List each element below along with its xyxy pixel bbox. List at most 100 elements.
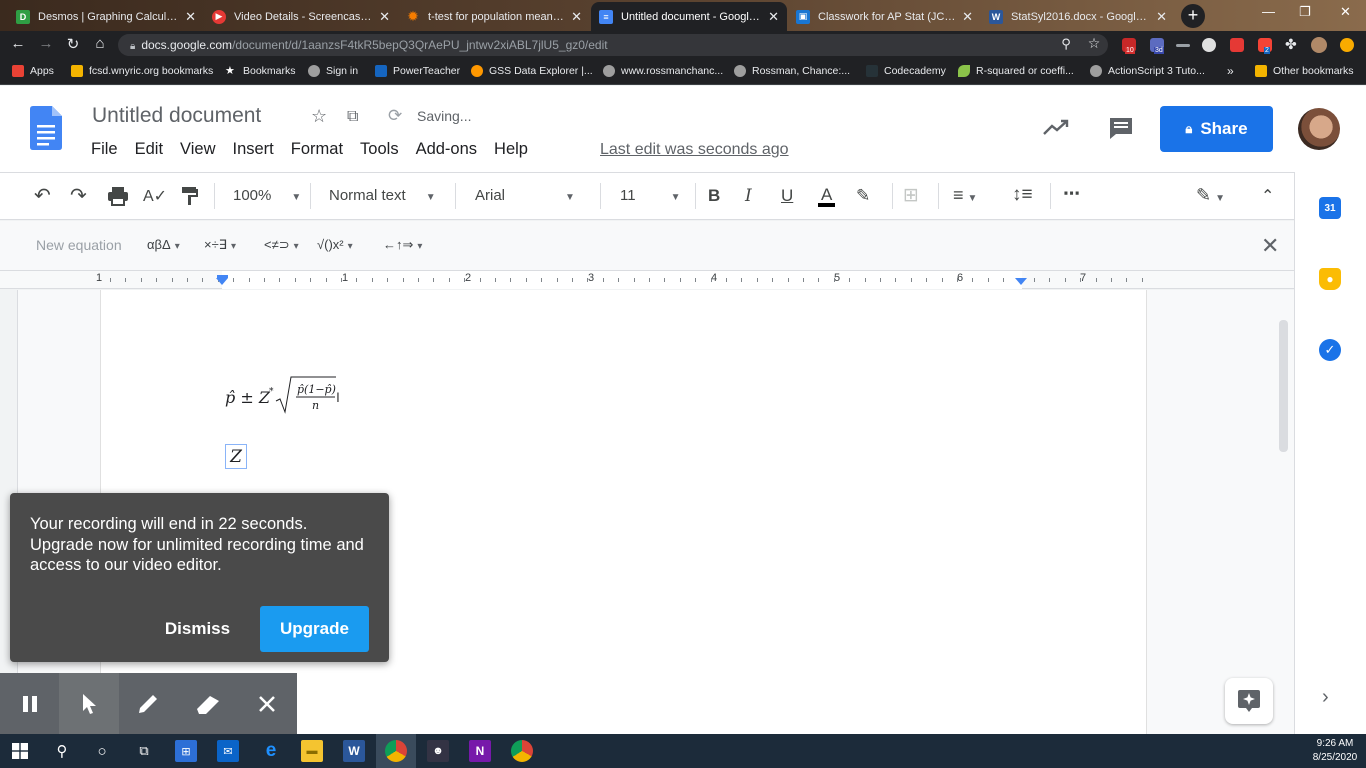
expand-side-panel-chevron-icon[interactable]: › (1322, 686, 1329, 709)
new-equation-button[interactable]: New equation (36, 237, 122, 253)
extension-icon[interactable] (1202, 38, 1216, 52)
onenote-icon[interactable]: N (469, 740, 491, 762)
explore-button[interactable] (1225, 678, 1273, 724)
app-character-icon[interactable]: ☻ (427, 740, 449, 762)
highlight-pen-icon[interactable]: ✎ (856, 186, 870, 206)
close-icon[interactable]: ✕ (962, 9, 973, 25)
dismiss-button[interactable]: Dismiss (150, 606, 245, 652)
activity-trend-icon[interactable] (1042, 118, 1070, 136)
tab-statsyl[interactable]: W StatSyl2016.docx - Google Dri ✕ (981, 2, 1175, 31)
last-edit-link[interactable]: Last edit was seconds ago (600, 141, 789, 159)
print-icon[interactable] (107, 186, 129, 206)
profile-icon[interactable] (1311, 37, 1327, 53)
close-icon[interactable]: ✕ (768, 9, 779, 25)
menu-view[interactable]: View (180, 140, 215, 162)
tab-desmos[interactable]: D Desmos | Graphing Calculator ✕ (8, 2, 204, 31)
star-icon[interactable]: ☆ (311, 106, 327, 127)
chrome-icon[interactable] (511, 740, 533, 762)
calendar-icon[interactable]: 31 (1319, 197, 1341, 219)
font-size-select[interactable]: 11 ▼ (620, 187, 680, 204)
maximize-icon[interactable]: ❐ (1299, 4, 1311, 20)
bookmarks-overflow-button[interactable]: » (1227, 64, 1234, 78)
comment-icon[interactable] (1108, 116, 1134, 140)
tab-untitled-document[interactable]: ≡ Untitled document - Google D ✕ (591, 2, 787, 31)
bookmark-other[interactable]: Other bookmarks (1255, 65, 1354, 77)
right-indent-marker[interactable] (1015, 278, 1027, 285)
pen-tool-button[interactable] (119, 673, 178, 734)
zoom-select[interactable]: 100% ▼ (233, 187, 301, 204)
paint-format-icon[interactable] (181, 186, 199, 206)
close-icon[interactable]: ✕ (571, 9, 582, 25)
line-spacing-icon[interactable]: ↕≡ (1012, 184, 1033, 206)
task-view-icon[interactable]: ⧉ (133, 740, 155, 762)
google-docs-logo-icon[interactable] (30, 106, 62, 150)
menu-tools[interactable]: Tools (360, 140, 399, 162)
paragraph-style-select[interactable]: Normal text ▼ (329, 187, 436, 204)
search-icon[interactable]: ⚲ (51, 740, 73, 762)
bookmark-codecademy[interactable]: Codecademy (866, 65, 946, 77)
account-avatar[interactable] (1298, 108, 1340, 150)
taskbar-clock[interactable]: 9:26 AM 8/25/2020 (1308, 737, 1362, 765)
equation-input-box[interactable]: Z (225, 444, 247, 469)
greek-letters-menu[interactable]: αβΔ ▾ (147, 237, 180, 252)
redo-icon[interactable]: ↷ (70, 183, 87, 208)
windows-start-icon[interactable] (12, 743, 28, 759)
text-color-button[interactable]: A (818, 186, 836, 207)
word-icon[interactable]: W (343, 740, 365, 762)
menu-insert[interactable]: Insert (233, 140, 274, 162)
pause-recording-button[interactable] (0, 673, 59, 734)
undo-icon[interactable]: ↶ (34, 183, 51, 208)
close-recording-toolbar-button[interactable] (238, 673, 297, 734)
menu-file[interactable]: File (91, 140, 118, 162)
menu-edit[interactable]: Edit (135, 140, 163, 162)
menu-format[interactable]: Format (291, 140, 343, 162)
document-title[interactable]: Untitled document (92, 104, 261, 128)
first-line-indent-marker[interactable] (217, 275, 228, 278)
font-family-select[interactable]: Arial ▼ (475, 187, 575, 204)
bookmark-bookmarks[interactable]: ★ Bookmarks (225, 65, 296, 77)
tasks-check-icon[interactable]: ✓ (1319, 339, 1341, 361)
equation-confidence-interval[interactable]: p̂ ± Z * p̂(1−p̂) n (225, 374, 350, 419)
cursor-tool-button[interactable] (59, 673, 119, 734)
file-explorer-folder-icon[interactable]: ▬ (301, 740, 323, 762)
bookmark-gss[interactable]: GSS Data Explorer |... (471, 65, 593, 77)
new-tab-button[interactable]: + (1181, 4, 1205, 28)
bookmark-rossmanchance[interactable]: www.rossmanchanc... (603, 65, 723, 77)
bookmark-sign-in[interactable]: Sign in (308, 65, 358, 77)
close-icon[interactable]: ✕ (185, 9, 196, 25)
bookmark-powerteacher[interactable]: PowerTeacher (375, 65, 460, 77)
spellcheck-icon[interactable]: A✓ (143, 186, 167, 206)
collapse-chevron-up-icon[interactable]: ⌃ (1261, 186, 1274, 206)
close-icon[interactable]: ✕ (379, 9, 390, 25)
editing-mode-pen-icon[interactable]: ✎ ▼ (1196, 185, 1225, 206)
home-icon[interactable]: ⌂ (90, 35, 110, 52)
bookmark-apps[interactable]: Apps (12, 65, 54, 77)
edge-browser-icon[interactable]: e (260, 740, 282, 762)
store-bag-icon[interactable]: ⊞ (175, 740, 197, 762)
menu-add-ons[interactable]: Add-ons (416, 140, 477, 162)
keep-lightbulb-icon[interactable]: ● (1319, 268, 1341, 290)
vertical-scrollbar[interactable] (1279, 320, 1288, 452)
more-options-icon[interactable]: ⋯ (1063, 184, 1080, 204)
extension-icon[interactable] (1230, 38, 1244, 52)
misc-operations-menu[interactable]: ×÷∃ ▾ (204, 237, 236, 253)
close-equation-bar-icon[interactable]: ✕ (1261, 233, 1279, 259)
relations-menu[interactable]: <≠⊃ ▾ (264, 237, 299, 253)
forward-arrow-icon[interactable]: → (36, 35, 56, 52)
eraser-tool-button[interactable] (178, 673, 237, 734)
bold-button[interactable]: B (708, 186, 720, 206)
tab-classwork[interactable]: ▣ Classwork for AP Stat (JCC) F20 ✕ (788, 2, 981, 31)
reload-icon[interactable]: ↻ (63, 35, 83, 53)
back-arrow-icon[interactable]: ← (8, 35, 28, 52)
align-left-icon[interactable]: ≡ ▼ (953, 185, 977, 206)
upgrade-button[interactable]: Upgrade (260, 606, 369, 652)
left-indent-marker[interactable] (216, 278, 228, 285)
address-bar[interactable]: 🔒︎ docs.google.com/document/d/1aanzsF4tkR… (118, 34, 1108, 56)
mail-envelope-icon[interactable]: ✉ (217, 740, 239, 762)
tab-t-test[interactable]: ✹ t-test for population mean - W ✕ (398, 2, 590, 31)
move-folder-icon[interactable]: ⧉ (347, 108, 358, 126)
update-icon[interactable] (1340, 38, 1354, 52)
minimize-icon[interactable]: — (1262, 4, 1275, 19)
share-button[interactable]: 🔒︎ Share (1160, 106, 1273, 152)
window-close-icon[interactable]: ✕ (1340, 4, 1351, 20)
